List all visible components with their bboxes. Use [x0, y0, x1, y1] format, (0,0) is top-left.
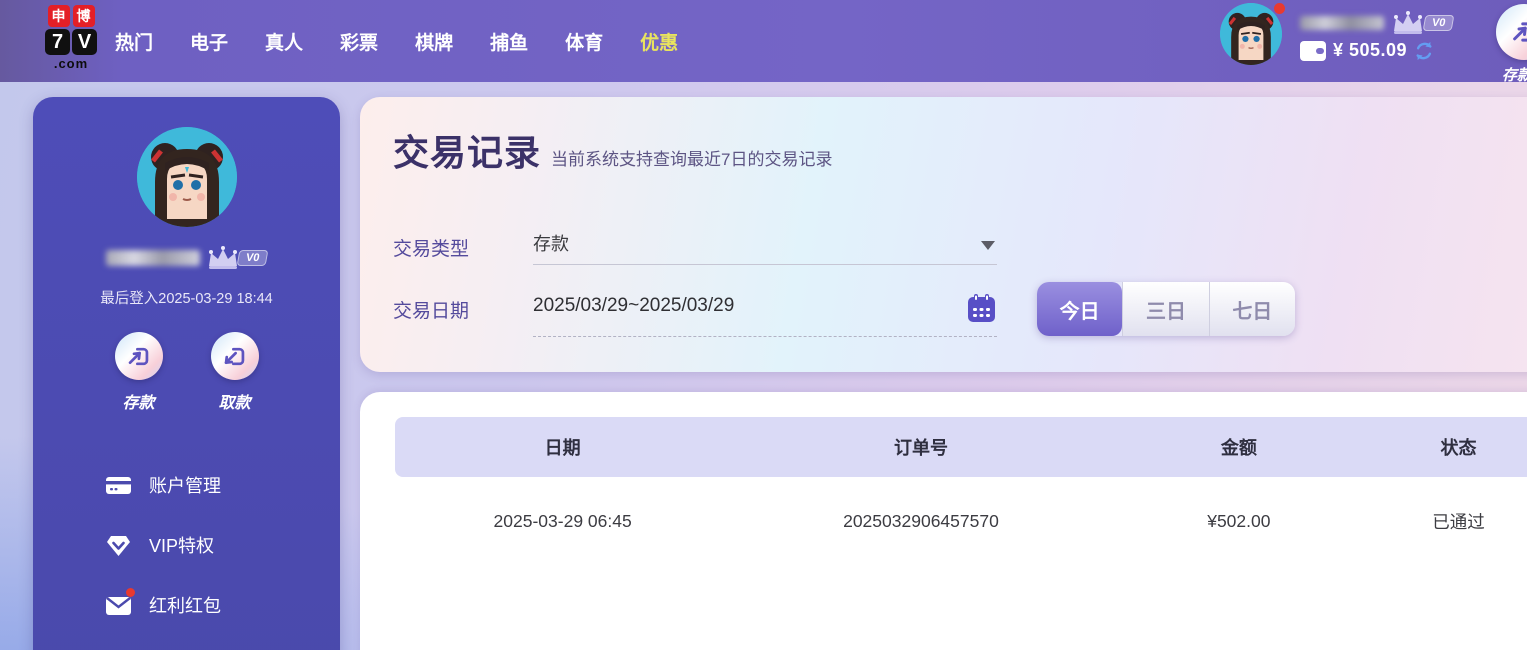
- cell-order: 2025032906457570: [843, 510, 999, 531]
- deposit-label: 存款: [122, 395, 155, 412]
- quick-deposit-label: 存款: [1501, 67, 1527, 84]
- sidebar-actions: 存款 取款: [33, 332, 340, 413]
- chevron-down-icon: [981, 241, 995, 250]
- top-header: 申 博 7 V .com 热门 电子 真人 彩票 棋牌 捕鱼 体育 优惠 V0 …: [0, 0, 1527, 85]
- sidebar-item-label: 红利红包: [149, 596, 221, 616]
- col-header-amount: 金额: [1220, 438, 1257, 458]
- nav-item-cards[interactable]: 棋牌: [415, 28, 453, 55]
- logo-tile-1: 申: [47, 5, 70, 27]
- nav-item-sports[interactable]: 体育: [565, 28, 603, 55]
- col-header-date: 日期: [544, 438, 581, 458]
- nav-item-lottery[interactable]: 彩票: [340, 28, 378, 55]
- balance-amount: ¥ 505.09: [1333, 40, 1408, 60]
- withdraw-label: 取款: [218, 395, 251, 412]
- transaction-date-input[interactable]: 2025/03/29~2025/03/29: [533, 291, 997, 337]
- logo-tile-2: 博: [72, 5, 95, 27]
- nav-item-slots[interactable]: 电子: [190, 28, 228, 55]
- bonus-notification-dot: [126, 587, 135, 597]
- col-header-order: 订单号: [893, 438, 948, 458]
- refresh-balance-icon[interactable]: [1414, 41, 1434, 61]
- sidebar-vip-level-badge: V0: [236, 250, 269, 266]
- deposit-button[interactable]: 存款: [107, 332, 171, 413]
- col-header-status: 状态: [1440, 438, 1477, 458]
- logo-com: .com: [53, 56, 89, 71]
- page-background: V0 最后登入2025-03-29 18:44 存款 取款 账户管理 VIP特权…: [0, 82, 1527, 650]
- sidebar-avatar[interactable]: [136, 127, 237, 227]
- transaction-table-panel: 日期 订单号 金额 状态 2025-03-29 06:45 2025032906…: [360, 392, 1527, 650]
- sidebar-item-bonus[interactable]: 红利红包: [105, 575, 340, 635]
- calendar-icon[interactable]: [966, 293, 997, 324]
- username-blurred: [1300, 16, 1384, 30]
- logo-v: V: [72, 29, 97, 55]
- sidebar-avatar-illustration: [136, 127, 237, 227]
- nav-item-fishing[interactable]: 捕鱼: [490, 28, 528, 55]
- tab-today[interactable]: 今日: [1037, 282, 1123, 336]
- wallet-icon: [1300, 40, 1326, 61]
- cell-amount: ¥502.00: [1207, 510, 1271, 531]
- avatar-notification-dot: [1274, 3, 1285, 14]
- sidebar-user-row: V0: [33, 245, 340, 271]
- red-packet-envelope-icon: [105, 587, 135, 619]
- deposit-arrow-icon: [128, 347, 149, 365]
- logo-7: 7: [45, 29, 70, 55]
- avatar[interactable]: [1220, 3, 1282, 65]
- vip-level-badge: V0: [1422, 15, 1455, 31]
- deposit-arrow-icon: [1513, 22, 1527, 42]
- sidebar-item-label: VIP特权: [149, 536, 215, 556]
- nav-item-hot[interactable]: 热门: [115, 28, 153, 55]
- quick-deposit-button[interactable]: 存款: [1489, 4, 1527, 85]
- sidebar-vip-crown-icon: [208, 246, 237, 269]
- avatar-illustration: [1220, 3, 1282, 65]
- cell-status: 已通过: [1432, 511, 1485, 532]
- cell-date: 2025-03-29 06:45: [493, 510, 632, 531]
- sidebar-menu: 账户管理 VIP特权 红利红包: [33, 455, 340, 635]
- main-nav: 热门 电子 真人 彩票 棋牌 捕鱼 体育 优惠: [115, 0, 678, 82]
- page-subtitle: 当前系统支持查询最近7日的交易记录: [551, 150, 833, 169]
- page-title: 交易记录: [393, 132, 542, 173]
- table-row: 2025-03-29 06:45 2025032906457570 ¥502.0…: [395, 491, 1527, 551]
- table-header-row: 日期 订单号 金额 状态: [395, 417, 1527, 477]
- user-sidebar: V0 最后登入2025-03-29 18:44 存款 取款 账户管理 VIP特权…: [33, 97, 340, 650]
- transaction-type-label: 交易类型: [393, 239, 470, 260]
- transaction-type-value: 存款: [533, 234, 569, 254]
- bank-card-icon: [105, 472, 132, 499]
- transaction-date-value: 2025/03/29~2025/03/29: [533, 295, 735, 316]
- sidebar-item-label: 账户管理: [149, 476, 221, 496]
- sidebar-item-account[interactable]: 账户管理: [105, 455, 340, 515]
- transaction-type-select[interactable]: 存款: [533, 229, 997, 265]
- header-user-info: V0 ¥ 505.09: [1300, 11, 1455, 61]
- last-login-text: 最后登入2025-03-29 18:44: [100, 291, 273, 307]
- nav-item-promotions[interactable]: 优惠: [640, 28, 678, 55]
- vip-crown-icon: [1394, 11, 1422, 34]
- transaction-filter-panel: 交易记录 当前系统支持查询最近7日的交易记录 交易类型 存款 交易日期 2025…: [360, 97, 1527, 372]
- withdraw-arrow-icon: [224, 347, 245, 365]
- nav-item-live[interactable]: 真人: [265, 28, 303, 55]
- withdraw-button[interactable]: 取款: [203, 332, 267, 413]
- tab-three-days[interactable]: 三日: [1122, 282, 1209, 336]
- sidebar-item-vip[interactable]: VIP特权: [105, 515, 340, 575]
- transaction-date-label: 交易日期: [393, 301, 470, 322]
- date-range-tabs: 今日 三日 七日: [1037, 282, 1295, 336]
- site-logo[interactable]: 申 博 7 V .com: [36, 5, 106, 71]
- vip-gem-icon: [105, 532, 132, 559]
- sidebar-username-blurred: [105, 250, 200, 266]
- tab-seven-days[interactable]: 七日: [1208, 282, 1295, 336]
